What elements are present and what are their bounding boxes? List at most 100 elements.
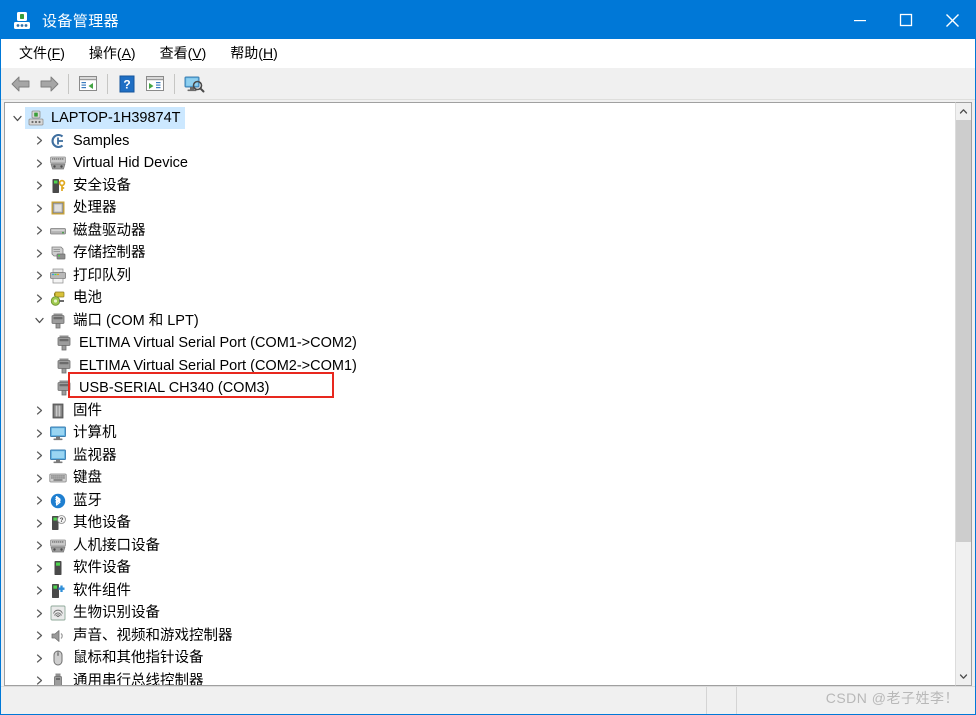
tree-row-computer[interactable]: 计算机 xyxy=(5,422,955,445)
close-button[interactable] xyxy=(929,1,975,39)
tree-row-hid-devices[interactable]: 人机接口设备 xyxy=(5,535,955,558)
svg-text:?: ? xyxy=(60,517,64,524)
chevron-right-icon[interactable] xyxy=(31,512,47,534)
chevron-right-icon[interactable] xyxy=(31,197,47,219)
chevron-right-icon[interactable] xyxy=(31,287,47,309)
status-pane-secondary xyxy=(707,687,737,714)
back-arrow-icon[interactable] xyxy=(7,71,35,97)
scroll-up-button[interactable] xyxy=(956,103,971,120)
chevron-down-icon[interactable] xyxy=(9,107,25,129)
tree-label: 固件 xyxy=(73,402,102,419)
toolbar: ? xyxy=(1,68,975,100)
chevron-right-icon[interactable] xyxy=(31,175,47,197)
biometric-icon xyxy=(49,604,67,622)
computer-icon xyxy=(27,109,45,127)
tree-row-other-devices[interactable]: ? 其他设备 xyxy=(5,512,955,535)
tree-label: USB-SERIAL CH340 (COM3) xyxy=(79,380,270,397)
window-title: 设备管理器 xyxy=(42,12,120,30)
tree-row-usb-serial-ch340[interactable]: USB-SERIAL CH340 (COM3) xyxy=(5,377,955,400)
mouse-icon xyxy=(49,649,67,667)
tree-label: 通用串行总线控制器 xyxy=(73,672,204,686)
software-device-icon xyxy=(49,559,67,577)
chevron-down-icon[interactable] xyxy=(31,310,47,332)
tree-label: 蓝牙 xyxy=(73,492,102,509)
scan-monitor-icon[interactable] xyxy=(180,71,208,97)
tree-row-software-devices[interactable]: 软件设备 xyxy=(5,557,955,580)
tree-row-usb-controllers[interactable]: 通用串行总线控制器 xyxy=(5,670,955,686)
scroll-thumb[interactable] xyxy=(956,120,971,542)
tree-row-software-components[interactable]: 软件组件 xyxy=(5,580,955,603)
tree-row-samples[interactable]: Samples xyxy=(5,130,955,153)
hid-device-icon xyxy=(49,154,67,172)
tree-row-storage-controllers[interactable]: 存储控制器 xyxy=(5,242,955,265)
tree-label: 打印队列 xyxy=(73,267,131,284)
tree-row-processors[interactable]: 处理器 xyxy=(5,197,955,220)
scroll-down-button[interactable] xyxy=(956,668,971,685)
device-tree-panel[interactable]: LAPTOP-1H39874T Samples Virtual Hid Devi… xyxy=(4,102,955,686)
watermark: CSDN @老子姓李！ xyxy=(825,690,959,706)
tree-label: ELTIMA Virtual Serial Port (COM2->COM1) xyxy=(79,357,357,374)
firmware-icon xyxy=(49,402,67,420)
tree-label: 存储控制器 xyxy=(73,245,146,262)
maximize-button[interactable] xyxy=(883,1,929,39)
menu-file[interactable]: 文件(F) xyxy=(9,40,75,66)
chevron-right-icon[interactable] xyxy=(31,467,47,489)
tree-label: ELTIMA Virtual Serial Port (COM1->COM2) xyxy=(79,335,357,352)
tree-row-sound-video-game-controllers[interactable]: 声音、视频和游戏控制器 xyxy=(5,625,955,648)
forward-arrow-icon[interactable] xyxy=(35,71,63,97)
tree-row-print-queues[interactable]: 打印队列 xyxy=(5,265,955,288)
menu-help[interactable]: 帮助(H) xyxy=(220,40,287,66)
tree-row-keyboards[interactable]: 键盘 xyxy=(5,467,955,490)
tree-row-mice-pointing-devices[interactable]: 鼠标和其他指针设备 xyxy=(5,647,955,670)
tree-row-eltima-com1-com2[interactable]: ELTIMA Virtual Serial Port (COM1->COM2) xyxy=(5,332,955,355)
window-play-icon[interactable] xyxy=(141,71,169,97)
tree-row-disk-drives[interactable]: 磁盘驱动器 xyxy=(5,220,955,243)
chevron-right-icon[interactable] xyxy=(31,265,47,287)
help-question-icon[interactable]: ? xyxy=(113,71,141,97)
tree-row-firmware[interactable]: 固件 xyxy=(5,400,955,423)
tree-label: 电池 xyxy=(73,290,102,307)
tree-row-root[interactable]: LAPTOP-1H39874T xyxy=(5,107,955,130)
minimize-button[interactable] xyxy=(837,1,883,39)
chevron-right-icon[interactable] xyxy=(31,445,47,467)
tree-row-biometric-devices[interactable]: 生物识别设备 xyxy=(5,602,955,625)
chevron-right-icon[interactable] xyxy=(31,647,47,669)
vertical-scrollbar[interactable] xyxy=(955,102,972,686)
tree-label: 键盘 xyxy=(73,470,102,487)
properties-window-icon[interactable] xyxy=(74,71,102,97)
tree-label: Samples xyxy=(73,132,130,149)
chevron-right-icon[interactable] xyxy=(31,422,47,444)
storage-controller-icon xyxy=(49,244,67,262)
tree-row-virtual-hid-device[interactable]: Virtual Hid Device xyxy=(5,152,955,175)
menu-view[interactable]: 查看(V) xyxy=(150,40,217,66)
menu-action-label: 操作 xyxy=(88,45,117,61)
chevron-right-icon[interactable] xyxy=(31,602,47,624)
tree-row-monitors[interactable]: 监视器 xyxy=(5,445,955,468)
chevron-right-icon[interactable] xyxy=(31,670,47,685)
print-queue-icon xyxy=(49,267,67,285)
tree-row-eltima-com2-com1[interactable]: ELTIMA Virtual Serial Port (COM2->COM1) xyxy=(5,355,955,378)
tree-row-bluetooth[interactable]: 蓝牙 xyxy=(5,490,955,513)
chevron-right-icon[interactable] xyxy=(31,625,47,647)
chevron-right-icon[interactable] xyxy=(31,242,47,264)
tree-row-security-devices[interactable]: 安全设备 xyxy=(5,175,955,198)
chevron-right-icon[interactable] xyxy=(31,557,47,579)
chevron-right-icon[interactable] xyxy=(31,580,47,602)
chevron-right-icon[interactable] xyxy=(31,130,47,152)
security-device-icon xyxy=(49,177,67,195)
chevron-right-icon[interactable] xyxy=(31,152,47,174)
tree-label: 软件组件 xyxy=(73,582,131,599)
chevron-right-icon[interactable] xyxy=(31,400,47,422)
tree-row-batteries[interactable]: 电池 xyxy=(5,287,955,310)
chevron-right-icon[interactable] xyxy=(31,220,47,242)
chevron-right-icon[interactable] xyxy=(31,490,47,512)
chevron-right-icon[interactable] xyxy=(31,535,47,557)
tree-row-ports[interactable]: 端口 (COM 和 LPT) xyxy=(5,310,955,333)
menu-bar: 文件(F) 操作(A) 查看(V) 帮助(H) xyxy=(1,39,975,68)
scroll-track[interactable] xyxy=(956,120,971,668)
menu-file-label: 文件 xyxy=(19,45,47,61)
menu-action[interactable]: 操作(A) xyxy=(79,40,146,66)
computer-monitor-icon xyxy=(49,424,67,442)
processor-icon xyxy=(49,199,67,217)
tree-label: 监视器 xyxy=(73,447,117,464)
